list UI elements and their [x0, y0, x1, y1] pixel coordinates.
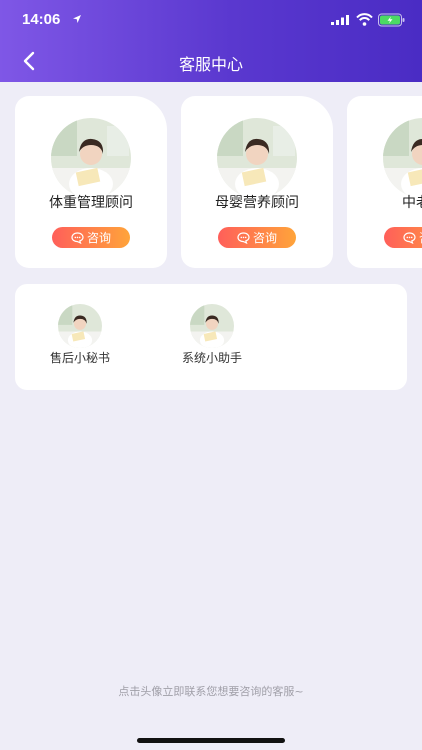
consult-button[interactable]: 咨询	[52, 227, 130, 248]
assistant-avatar[interactable]	[190, 304, 234, 348]
chat-bubble-icon	[71, 231, 84, 244]
chat-bubble-icon	[237, 231, 250, 244]
page-title: 客服中心	[178, 55, 243, 74]
assistant-label: 售后小秘书	[49, 351, 110, 365]
consult-button-label: 咨询	[252, 231, 277, 245]
assistant-avatar[interactable]	[58, 304, 102, 348]
advisor-name: 中老年	[402, 195, 422, 211]
advisor-avatar[interactable]	[383, 118, 422, 198]
assistant-item[interactable]: 售后小秘书	[35, 304, 125, 366]
footer-hint: 点击头像立即联系您想要咨询的客服~	[118, 685, 304, 698]
location-arrow-icon	[73, 15, 81, 23]
wifi-icon	[356, 13, 373, 26]
cellular-signal-icon	[331, 15, 349, 25]
consult-button[interactable]: 咨询	[218, 227, 296, 248]
advisor-name: 母婴营养顾问	[215, 195, 299, 211]
advisor-card[interactable]: 母婴营养顾问 咨询	[181, 96, 333, 268]
header: 14:06 客服中心	[0, 0, 422, 82]
advisor-card[interactable]: 中老年 咨询	[347, 96, 422, 268]
battery-icon	[378, 13, 405, 27]
advisor-avatar[interactable]	[217, 118, 297, 198]
chat-bubble-icon	[403, 231, 416, 244]
advisor-carousel[interactable]: 体重管理顾问 咨询 母婴营养顾问 咨询 中	[0, 96, 422, 272]
consult-button[interactable]: 咨询	[384, 227, 422, 248]
home-indicator	[137, 738, 285, 743]
assistant-label: 系统小助手	[181, 351, 242, 365]
assistant-item[interactable]: 系统小助手	[167, 304, 257, 366]
advisor-name: 体重管理顾问	[49, 195, 133, 211]
advisor-avatar[interactable]	[51, 118, 131, 198]
status-time: 14:06	[22, 11, 61, 28]
consult-button-label: 咨询	[86, 231, 111, 245]
assistant-panel: 售后小秘书 系统小助手	[15, 284, 407, 390]
advisor-card[interactable]: 体重管理顾问 咨询	[15, 96, 167, 268]
